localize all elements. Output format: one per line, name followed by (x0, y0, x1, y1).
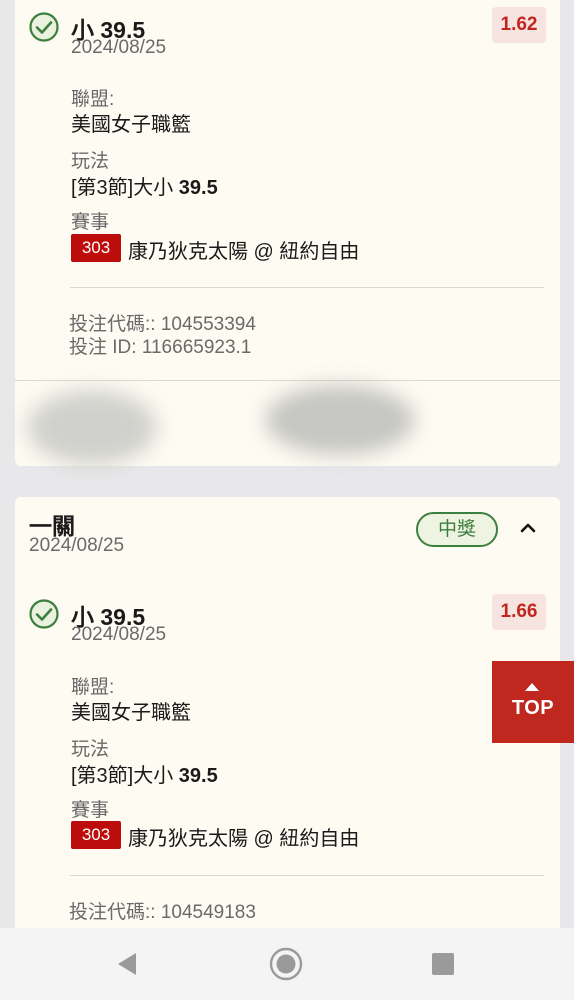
system-navigation-bar (0, 928, 574, 1000)
top-button-label: TOP (511, 697, 555, 719)
back-icon[interactable] (109, 946, 145, 982)
check-circle-icon (29, 12, 59, 42)
market-value: [第3節]大小 39.5 (71, 177, 218, 199)
event-name: 康乃狄克太陽 @ 紐約自由 (128, 828, 360, 850)
divider (70, 287, 544, 288)
bet-code: 投注代碼:: 104549183 (69, 902, 256, 923)
event-label: 賽事 (71, 800, 110, 821)
event-number-badge: 303 (71, 821, 121, 849)
event-label: 賽事 (71, 212, 110, 233)
parlay-card: 一關 2024/08/25 中獎 小 39.5 2024/08/25 1.66 … (15, 497, 560, 937)
scroll-to-top-button[interactable]: TOP (492, 661, 574, 743)
league-label: 聯盟: (71, 677, 115, 698)
chevron-up-icon[interactable] (517, 517, 539, 539)
bet-date: 2024/08/25 (71, 624, 167, 645)
odds-badge: 1.66 (492, 594, 546, 630)
redaction-mark (27, 390, 157, 465)
league-value: 美國女子職籃 (71, 114, 191, 136)
parlay-date: 2024/08/25 (29, 535, 125, 556)
event-name: 康乃狄克太陽 @ 紐約自由 (128, 241, 360, 263)
arrow-up-icon (525, 683, 539, 691)
status-badge: 中獎 (416, 512, 498, 547)
bet-date: 2024/08/25 (71, 37, 167, 58)
market-label: 玩法 (71, 739, 110, 760)
league-label: 聯盟: (71, 89, 115, 110)
redaction-mark (265, 385, 415, 455)
odds-badge: 1.62 (492, 7, 546, 43)
divider (70, 875, 544, 876)
divider (15, 380, 560, 381)
league-value: 美國女子職籃 (71, 702, 191, 724)
home-icon[interactable] (268, 946, 304, 982)
check-circle-icon (29, 599, 59, 629)
recents-icon[interactable] (425, 946, 461, 982)
event-number-badge: 303 (71, 234, 121, 262)
bet-id: 投注 ID: 116665923.1 (69, 337, 252, 358)
market-value: [第3節]大小 39.5 (71, 765, 218, 787)
bet-card: 小 39.5 2024/08/25 1.62 聯盟: 美國女子職籃 玩法 [第3… (15, 0, 560, 466)
market-label: 玩法 (71, 151, 110, 172)
